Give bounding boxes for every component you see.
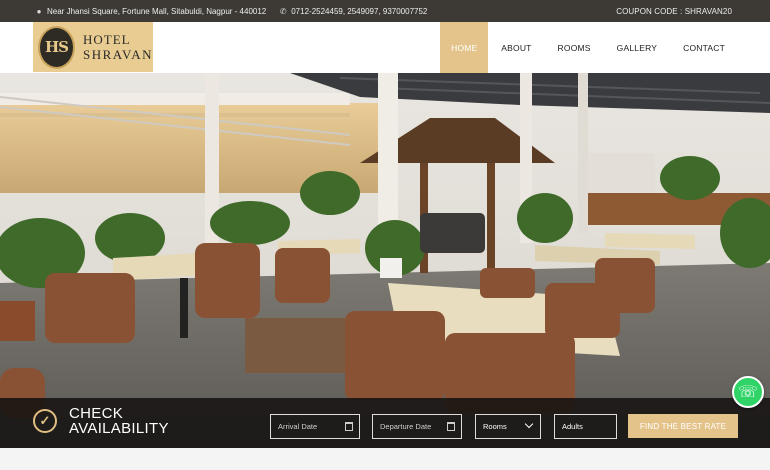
arrival-date-placeholder: Arrival Date <box>278 422 318 431</box>
hero-banner-image <box>0 73 770 448</box>
adults-select-value: Adults <box>562 422 583 431</box>
find-best-rate-button[interactable]: FIND THE BEST RATE <box>628 414 738 438</box>
checkmark-circle-icon: ✓ <box>33 409 57 433</box>
calendar-icon <box>345 422 353 431</box>
availability-title-line1: CHECK <box>69 405 124 422</box>
rooms-select[interactable]: Rooms <box>475 414 541 439</box>
address-text: Near Jhansi Square, Fortune Mall, Sitabu… <box>47 6 267 16</box>
logo-wordmark: HOTEL SHRAVAN <box>83 32 153 62</box>
logo-monogram: HS <box>44 38 69 56</box>
logo-line1: HOTEL <box>83 32 131 47</box>
nav-gallery[interactable]: GALLERY <box>604 22 670 73</box>
rooms-select-value: Rooms <box>483 422 507 431</box>
address-block: ● Near Jhansi Square, Fortune Mall, Sita… <box>34 6 267 16</box>
calendar-icon <box>447 422 455 431</box>
nav-rooms[interactable]: ROOMS <box>545 22 604 73</box>
site-header: HS HOTEL SHRAVAN HOME ABOUT ROOMS GALLER… <box>0 22 770 73</box>
whatsapp-chat-button[interactable]: ☏ <box>732 376 764 408</box>
hotel-logo[interactable]: HS HOTEL SHRAVAN <box>33 22 153 72</box>
departure-date-placeholder: Departure Date <box>380 422 432 431</box>
map-pin-icon: ● <box>36 6 42 16</box>
nav-home[interactable]: HOME <box>440 22 489 73</box>
whatsapp-icon: ☏ <box>737 384 758 401</box>
nav-about[interactable]: ABOUT <box>488 22 544 73</box>
logo-line2: SHRAVAN <box>83 47 153 62</box>
rooftop-restaurant-illustration <box>0 73 770 448</box>
chevron-down-icon <box>524 419 534 429</box>
availability-form: ✓ CHECK AVAILABILITY Arrival Date Depart… <box>0 398 770 448</box>
logo-emblem: HS <box>38 25 75 69</box>
arrival-date-field[interactable]: Arrival Date <box>270 414 360 439</box>
phone-block[interactable]: ✆ 0712-2524459, 2549097, 9370007752 <box>278 6 428 16</box>
phone-text[interactable]: 0712-2524459, 2549097, 9370007752 <box>291 7 427 16</box>
availability-title-line2: AVAILABILITY <box>69 420 169 437</box>
nav-contact[interactable]: CONTACT <box>670 22 738 73</box>
adults-select[interactable]: Adults <box>554 414 617 439</box>
top-info-bar: ● Near Jhansi Square, Fortune Mall, Sita… <box>0 0 770 22</box>
availability-title: CHECK AVAILABILITY <box>69 406 169 436</box>
phone-icon: ✆ <box>279 6 287 16</box>
coupon-code: COUPON CODE : SHRAVAN20 <box>616 6 732 16</box>
page-content-start <box>0 448 770 470</box>
departure-date-field[interactable]: Departure Date <box>372 414 462 439</box>
hotel-homepage: ● Near Jhansi Square, Fortune Mall, Sita… <box>0 0 770 470</box>
main-nav: HOME ABOUT ROOMS GALLERY CONTACT <box>440 22 738 73</box>
